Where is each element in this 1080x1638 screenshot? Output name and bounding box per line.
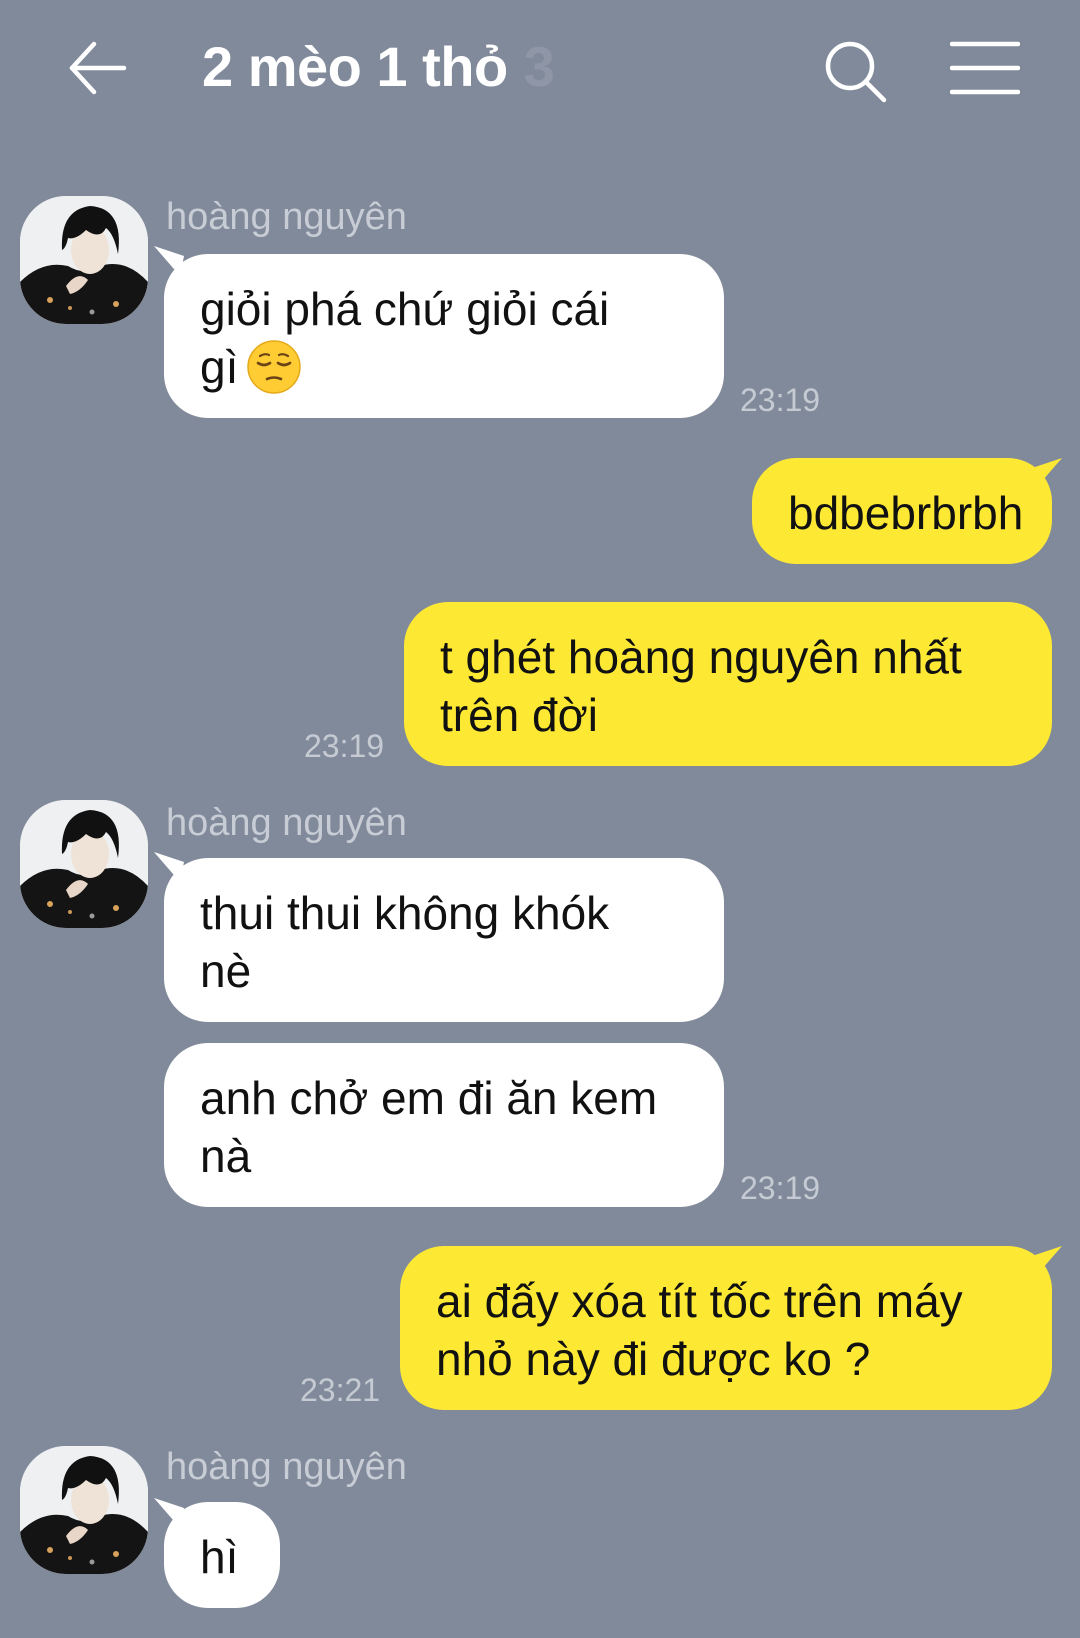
hamburger-menu-icon (949, 41, 1021, 95)
message-time: 23:19 (304, 728, 385, 764)
avatar[interactable] (20, 1446, 148, 1574)
message-text: trên đời (440, 689, 599, 741)
avatar[interactable] (20, 196, 148, 324)
back-button[interactable] (66, 36, 130, 100)
message-bubble-incoming[interactable]: thui thui không khók nè (164, 858, 724, 1022)
message-text: nà (200, 1130, 252, 1182)
menu-button[interactable] (949, 38, 1021, 98)
avatar[interactable] (20, 800, 148, 928)
message-text: giỏi phá chứ giỏi cái (200, 283, 610, 335)
message-text: thui thui không khók (200, 887, 610, 939)
message-text: hì (200, 1531, 239, 1583)
sender-name: hoàng nguyên (166, 1446, 407, 1488)
sender-name: hoàng nguyên (166, 196, 407, 238)
sender-name: hoàng nguyên (166, 802, 407, 844)
chat-title[interactable]: 2 mèo 1 thỏ 3 (202, 34, 555, 99)
message-bubble-outgoing[interactable]: ai đấy xóa tít tốc trên máy nhỏ này đi đ… (400, 1246, 1052, 1410)
message-text: gì (200, 341, 239, 393)
message-time: 23:21 (300, 1372, 381, 1408)
search-icon (825, 41, 887, 103)
chat-header: 2 mèo 1 thỏ 3 (0, 0, 1080, 140)
message-bubble-outgoing[interactable]: t ghét hoàng nguyên nhất trên đời (404, 602, 1052, 766)
message-time: 23:19 (740, 1170, 821, 1206)
pensive-face-emoji (247, 340, 302, 394)
member-count: 3 (523, 35, 555, 98)
message-bubble-outgoing[interactable]: bdbebrbrbh (752, 458, 1052, 564)
message-text: bdbebrbrbh (788, 487, 1024, 539)
profile-photo (20, 196, 148, 324)
message-bubble-incoming[interactable]: anh chở em đi ăn kem nà (164, 1043, 724, 1207)
profile-photo (20, 1446, 148, 1574)
message-time: 23:19 (740, 382, 821, 418)
message-bubble-incoming[interactable]: hì (164, 1502, 280, 1608)
arrow-left-icon (69, 41, 127, 95)
message-bubble-incoming[interactable]: giỏi phá chứ giỏi cái gì (164, 254, 724, 418)
search-button[interactable] (820, 36, 890, 106)
message-text: nhỏ này đi được ko ? (436, 1333, 871, 1385)
message-text: t ghét hoàng nguyên nhất (440, 631, 962, 683)
message-text: ai đấy xóa tít tốc trên máy (436, 1275, 963, 1327)
profile-photo (20, 800, 148, 928)
chat-title-text: 2 mèo 1 thỏ (202, 35, 508, 98)
message-text: anh chở em đi ăn kem (200, 1072, 658, 1124)
message-text: nè (200, 945, 252, 997)
